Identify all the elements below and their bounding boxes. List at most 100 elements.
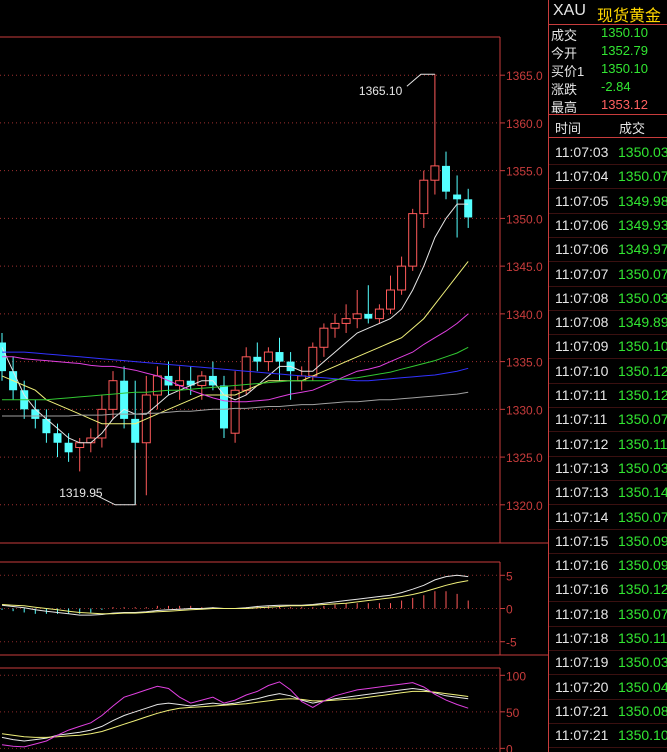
trade-price: 1349.89 — [618, 314, 667, 331]
quote-value: -2.84 — [601, 79, 631, 94]
trade-row: 11:07:14 1350.07 — [549, 505, 667, 530]
trade-time: 11:07:19 — [555, 654, 609, 671]
trade-row: 11:07:21 1350.08 — [549, 699, 667, 724]
trade-time: 11:07:10 — [555, 362, 609, 379]
kline-chart-area[interactable]: 1365.101319.95 50-5 100500 1365.01360.01… — [0, 0, 548, 752]
trades-time-header: 时间 — [555, 121, 582, 136]
trade-price: 1350.12 — [618, 362, 667, 379]
candle-body-up — [386, 289, 395, 310]
candle-body-down — [64, 442, 73, 453]
price-tick-label: 1355.0 — [506, 165, 543, 179]
macd-tick-label: 0 — [506, 603, 513, 617]
trade-price: 1350.08 — [618, 702, 667, 719]
price-axis: 1365.0 1360.0 1355.0 1350.0 1345.0 1340.0 1335… — [500, 69, 543, 513]
price-tick-label: 1325.0 — [506, 451, 543, 465]
trade-price: 1350.11 — [618, 435, 667, 452]
trades-price-header: 成交 — [619, 121, 646, 136]
trade-price: 1350.14 — [618, 484, 667, 501]
trade-price: 1350.03 — [618, 289, 667, 306]
quote-row: 涨跌 -2.84 — [549, 78, 667, 97]
trade-price: 1350.11 — [618, 630, 667, 646]
trade-price: 1350.07 — [618, 265, 667, 282]
macd-dea-line — [1, 580, 469, 615]
candle-body-up — [397, 265, 407, 291]
candle-body-up — [230, 389, 240, 434]
trade-price: 1349.98 — [618, 192, 667, 209]
trade-price: 1350.12 — [618, 387, 667, 403]
trade-row: 11:07:08 1350.03 — [549, 286, 667, 311]
trade-row: 11:07:21 1350.10 — [549, 723, 667, 749]
candle-body-up — [108, 380, 118, 410]
price-tick-label: 1320.0 — [506, 499, 543, 513]
price-tick-label: 1345.0 — [506, 260, 543, 274]
high-leader — [406, 73, 435, 87]
trade-price: 1350.07 — [618, 605, 667, 622]
candle-body-down — [120, 380, 129, 419]
trade-row: 11:07:04 1350.07 — [549, 164, 667, 190]
quote-row: 买价1 1350.10 — [549, 60, 667, 79]
high-low-annotations: 1365.10 1319.95 — [59, 73, 435, 506]
candle-body-up — [152, 375, 162, 396]
macd-tick-label: 5 — [506, 569, 513, 583]
quote-value: 1352.79 — [601, 43, 648, 58]
trade-time: 11:07:12 — [555, 435, 609, 452]
quote-row: 今开 1352.79 — [549, 42, 667, 61]
trade-price: 1350.12 — [618, 581, 667, 598]
candle-body-up — [319, 327, 329, 348]
trade-time: 11:07:16 — [555, 557, 609, 574]
trade-time: 11:07:21 — [555, 727, 609, 744]
candle-body-up — [374, 308, 384, 320]
price-tick-label: 1360.0 — [506, 117, 543, 131]
trade-time: 11:07:03 — [555, 144, 609, 160]
macd-panel: 5 0 -5 — [0, 561, 548, 656]
candle-body-down — [253, 356, 262, 362]
trade-row: 11:07:15 1350.09 — [549, 529, 667, 554]
trade-row: 11:07:10 1350.12 — [549, 359, 667, 384]
symbol-name: 现货黄金 — [597, 8, 662, 25]
quote-panel: XAU 现货黄金 成交 1350.10 今开 1352.79 买价1 1350.10 涨跌 -… — [548, 0, 667, 752]
trade-price: 1350.04 — [618, 678, 667, 695]
candle-body-down — [364, 313, 373, 319]
trade-price: 1349.97 — [618, 241, 667, 258]
trade-row: 11:07:06 1349.97 — [549, 237, 667, 263]
trade-row: 11:07:13 1350.03 — [549, 456, 667, 481]
candle-body-up — [75, 442, 85, 449]
price-tick-label: 1335.0 — [506, 356, 543, 370]
candle-body-up — [341, 318, 351, 324]
trade-time: 11:07:06 — [555, 241, 609, 258]
trade-row: 11:07:12 1350.11 — [549, 432, 667, 457]
quote-row: 最高 1353.12 — [549, 96, 667, 115]
macd-tick-label: -5 — [506, 636, 517, 650]
trade-row: 11:07:06 1349.93 — [549, 213, 667, 238]
price-tick-label: 1365.0 — [506, 69, 543, 83]
trade-price: 1350.10 — [618, 727, 667, 744]
trade-price: 1350.09 — [618, 557, 667, 574]
trade-row: 11:07:20 1350.04 — [549, 675, 667, 700]
trade-price: 1349.93 — [618, 216, 667, 233]
trade-price: 1350.07 — [618, 508, 667, 525]
candle-body-up — [263, 351, 273, 363]
kdj-panel: 100 50 0 — [0, 667, 526, 752]
kdj-k-line — [1, 687, 469, 742]
trade-row: 11:07:03 1350.03 — [549, 140, 667, 165]
candle-body-down — [442, 165, 450, 192]
trade-row: 11:07:11 1350.07 — [549, 407, 667, 433]
trade-row: 11:07:08 1349.89 — [549, 310, 667, 336]
trade-time: 11:07:04 — [555, 168, 609, 185]
price-tick-label: 1350.0 — [506, 212, 543, 226]
trade-row: 11:07:16 1350.12 — [549, 577, 667, 603]
low-price-label: 1319.95 — [59, 486, 103, 500]
candle-body-down — [53, 433, 62, 443]
candle-body-up — [330, 322, 340, 329]
high-price-label: 1365.10 — [359, 84, 403, 98]
kdj-tick-label: 50 — [506, 706, 520, 720]
trade-time: 11:07:11 — [555, 387, 608, 403]
kdj-j-line — [1, 681, 469, 748]
trade-time: 11:07:21 — [555, 702, 609, 719]
macd-dif-line — [1, 574, 469, 616]
trade-price: 1350.07 — [618, 168, 667, 185]
candle-body-up — [352, 313, 362, 320]
trade-time: 11:07:13 — [555, 484, 609, 501]
trade-price: 1350.03 — [618, 144, 667, 160]
trade-price: 1350.10 — [618, 338, 667, 355]
